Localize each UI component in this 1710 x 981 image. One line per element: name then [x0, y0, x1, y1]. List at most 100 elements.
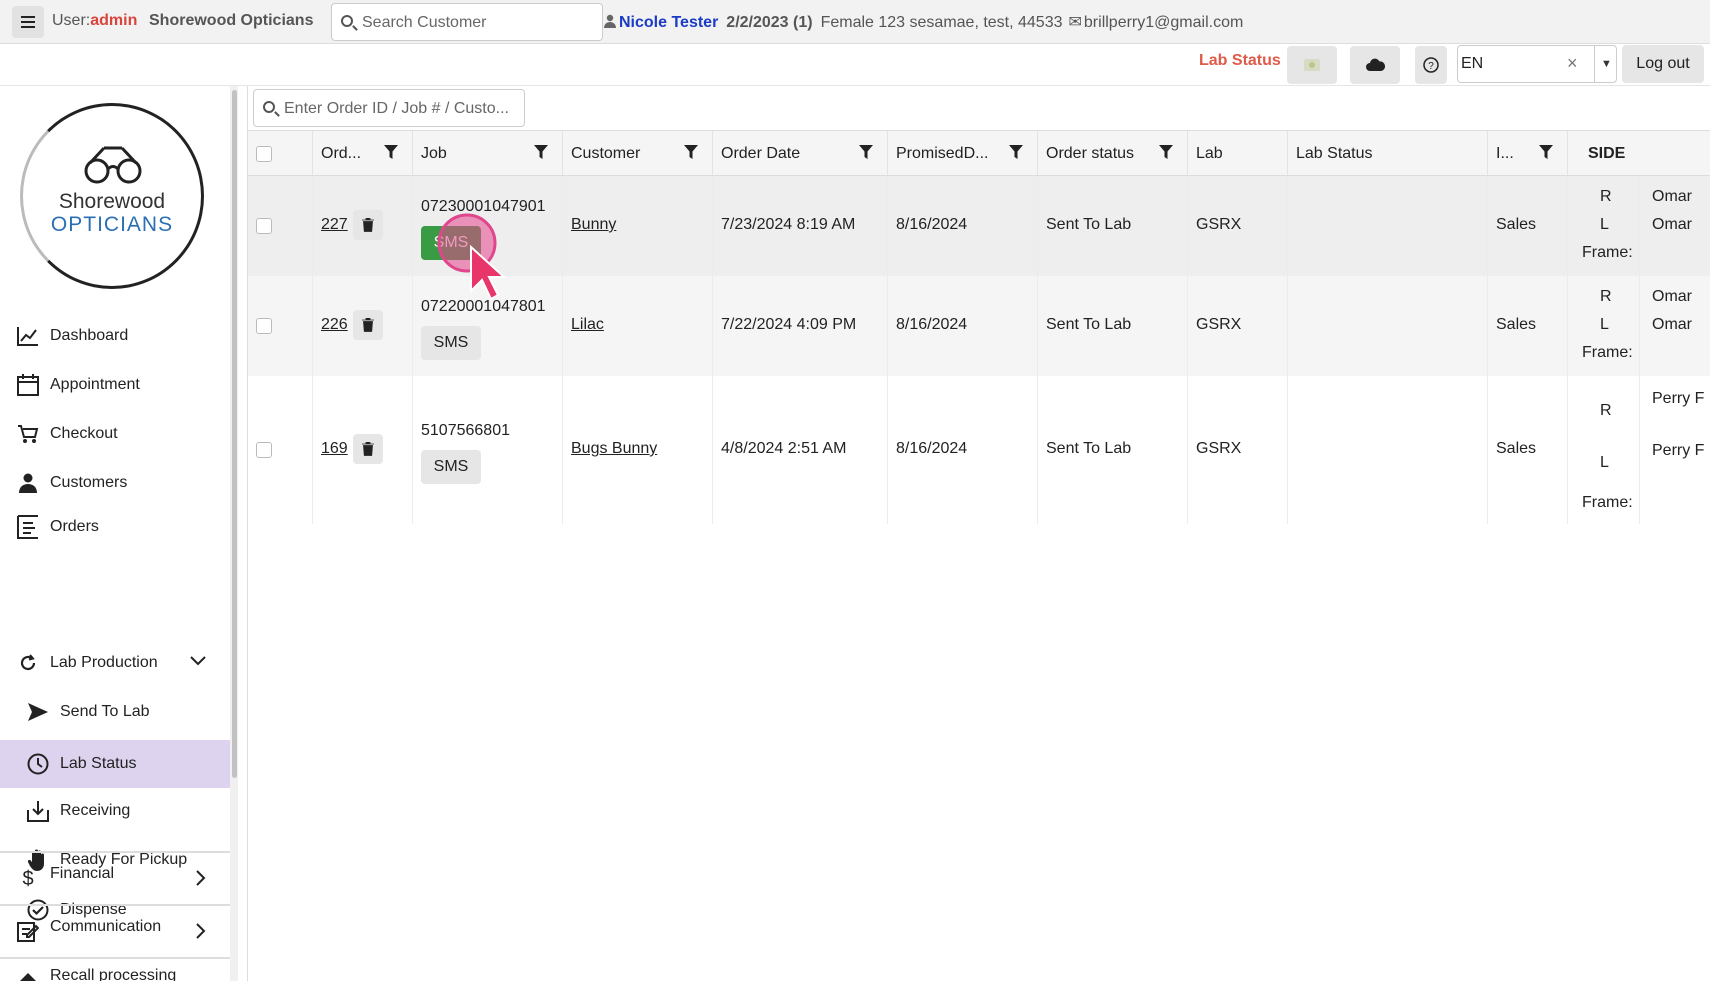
sidebar-item-appointment[interactable]: Appointment: [0, 361, 230, 409]
filter-icon[interactable]: [684, 145, 698, 159]
send-icon: [26, 700, 50, 724]
sidebar-item-financial[interactable]: $ Financial: [0, 853, 230, 903]
sidebar-item-orders[interactable]: Orders: [0, 503, 230, 551]
logout-button[interactable]: Log out: [1622, 45, 1704, 83]
map-icon: [1304, 59, 1320, 71]
i-value: Sales: [1496, 216, 1537, 233]
row-checkbox[interactable]: [256, 218, 272, 234]
sidebar-item-send-to-lab[interactable]: Send To Lab: [0, 688, 230, 736]
edit-document-icon: [16, 919, 40, 943]
order-date: 4/8/2024 2:51 AM: [721, 440, 847, 457]
customer-search-input[interactable]: [362, 12, 597, 34]
delete-button[interactable]: [353, 434, 383, 464]
side-r-label: R: [1600, 188, 1612, 205]
side-r-value: Perry F: [1652, 390, 1705, 407]
sms-button[interactable]: SMS: [421, 226, 481, 260]
patient-email: brillperry1@gmail.com: [1083, 14, 1244, 31]
lab-status-breadcrumb: Lab Status: [1199, 52, 1281, 69]
filter-icon[interactable]: [1539, 145, 1553, 159]
person-icon: [16, 471, 40, 495]
delete-button[interactable]: [353, 210, 383, 240]
header-order-status[interactable]: Order status: [1038, 131, 1188, 175]
side-l-value: Omar: [1652, 216, 1692, 233]
cloud-button[interactable]: [1350, 46, 1400, 84]
header-job[interactable]: Job: [413, 131, 563, 175]
order-id-link[interactable]: 169: [321, 440, 348, 458]
filter-icon[interactable]: [1159, 145, 1173, 159]
order-id-link[interactable]: 227: [321, 216, 348, 234]
help-button[interactable]: ?: [1415, 46, 1447, 84]
customer-link[interactable]: Bunny: [571, 216, 616, 234]
lab-name: GSRX: [1196, 316, 1242, 333]
header-lab[interactable]: Lab: [1188, 131, 1288, 175]
filter-icon[interactable]: [1009, 145, 1023, 159]
sidebar-item-recall-processing[interactable]: Recall processing: [0, 959, 230, 981]
clock-icon: [26, 752, 50, 776]
filter-icon[interactable]: [534, 145, 548, 159]
toolbar: [0, 44, 1710, 86]
side-l-label: L: [1600, 316, 1609, 333]
job-number: 07230001047901: [421, 198, 546, 215]
sidebar-item-checkout[interactable]: Checkout: [0, 410, 230, 458]
chevron-right-icon[interactable]: [196, 923, 206, 942]
sidebar-item-lab-status[interactable]: Lab Status: [0, 740, 230, 788]
order-id-link[interactable]: 226: [321, 316, 348, 334]
select-all-checkbox[interactable]: [256, 146, 272, 162]
svg-text:?: ?: [1428, 61, 1434, 72]
row-checkbox[interactable]: [256, 442, 272, 458]
lab-status-image-button[interactable]: [1287, 46, 1337, 84]
search-icon: [341, 15, 353, 27]
delete-button[interactable]: [353, 310, 383, 340]
side-l-value: Perry F: [1652, 442, 1705, 459]
sms-button[interactable]: SMS: [421, 450, 481, 484]
header-order-date[interactable]: Order Date: [713, 131, 888, 175]
sidebar-item-customers[interactable]: Customers: [0, 459, 230, 507]
header-side: SIDE: [1588, 145, 1626, 162]
order-search-input[interactable]: [284, 98, 519, 120]
order-status: Sent To Lab: [1046, 316, 1132, 333]
filter-icon[interactable]: [859, 145, 873, 159]
chevron-right-icon[interactable]: [196, 870, 206, 889]
header-i[interactable]: I...: [1488, 131, 1568, 175]
hamburger-menu-button[interactable]: [12, 6, 44, 38]
patient-info: Nicole Tester 2/2/2023 (1) Female 123 sesa…: [604, 12, 1243, 32]
chevron-down-icon[interactable]: ▼: [1594, 46, 1618, 82]
trash-icon: [362, 442, 374, 456]
list-icon: [16, 515, 40, 539]
language-select[interactable]: EN × ▼: [1457, 45, 1617, 83]
header-promised-date[interactable]: PromisedD...: [888, 131, 1038, 175]
sidebar-item-communication[interactable]: Communication: [0, 906, 230, 956]
sidebar-item-dashboard[interactable]: Dashboard: [0, 312, 230, 360]
sms-button[interactable]: SMS: [421, 326, 481, 360]
table-header: Ord... Job Customer Order Date PromisedD…: [248, 130, 1710, 176]
filter-icon[interactable]: [384, 145, 398, 159]
user-name: admin: [90, 12, 138, 29]
table-row[interactable]: 169 5107566801 SMS Bugs Bunny 4/8/2024 2…: [248, 376, 1710, 524]
patient-details: Female 123 sesamae, test, 44533: [820, 14, 1063, 31]
side-l-value: Omar: [1652, 316, 1692, 333]
calendar-icon: [16, 373, 40, 397]
glasses-icon: [84, 146, 142, 184]
sidebar: Shorewood OPTICIANS Dashboard Appointmen…: [0, 86, 230, 981]
logo-text-top: Shorewood: [58, 190, 166, 213]
customer-link[interactable]: Bugs Bunny: [571, 440, 657, 458]
header-order[interactable]: Ord...: [313, 131, 413, 175]
promised-date: 8/16/2024: [896, 440, 968, 457]
sidebar-item-lab-production[interactable]: Lab Production: [0, 639, 230, 687]
header-lab-status[interactable]: Lab Status: [1288, 131, 1488, 175]
row-checkbox[interactable]: [256, 318, 272, 334]
search-icon: [263, 101, 275, 113]
customer-link[interactable]: Lilac: [571, 316, 604, 334]
header-customer[interactable]: Customer: [563, 131, 713, 175]
cart-icon: [16, 422, 40, 446]
side-r-label: R: [1600, 288, 1612, 305]
sidebar-scrollbar-thumb[interactable]: [232, 90, 237, 778]
logo: Shorewood OPTICIANS: [0, 86, 224, 314]
clear-icon[interactable]: ×: [1567, 53, 1578, 74]
chevron-down-icon[interactable]: [190, 653, 206, 669]
sidebar-item-receiving[interactable]: Receiving: [0, 787, 230, 835]
table-row[interactable]: 227 07230001047901 SMS Bunny 7/23/2024 8…: [248, 176, 1710, 276]
table-row[interactable]: 226 07220001047801 SMS Lilac 7/22/2024 4…: [248, 276, 1710, 376]
menu-icon: [21, 21, 35, 23]
patient-name-link[interactable]: Nicole Tester: [619, 14, 718, 31]
